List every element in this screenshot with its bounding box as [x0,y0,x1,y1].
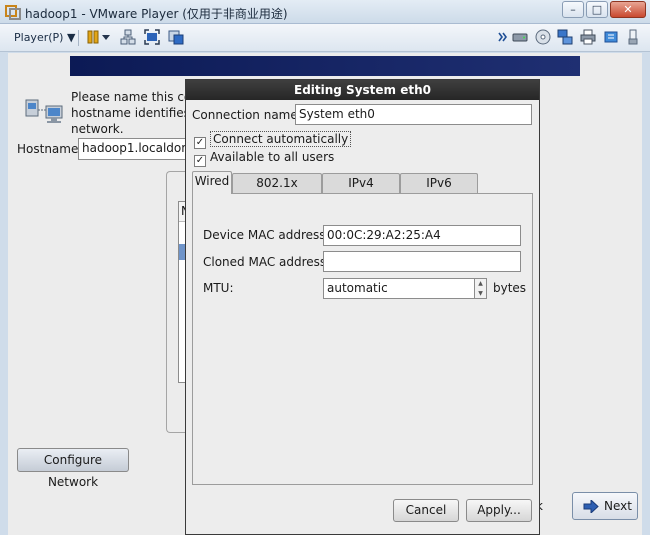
more-devices-icon[interactable] [498,29,508,45]
editing-connection-dialog: Editing System eth0 Connection name: Sys… [185,79,540,535]
device-mac-label: Device MAC address: [203,228,330,242]
mtu-spinner[interactable]: ▲ ▼ [475,278,487,299]
cloned-mac-label: Cloned MAC address: [203,255,331,269]
maximize-button[interactable]: □ [586,1,608,18]
fullscreen-icon[interactable] [144,29,160,45]
usb-device-icon[interactable] [625,29,641,45]
hard-disk-icon[interactable] [512,29,528,45]
intro-line-2: hostname identifies th [71,106,196,120]
device-mac-input[interactable]: 00:0C:29:A2:25:A4 [323,225,521,246]
cancel-button[interactable]: Cancel [393,499,459,522]
network-devices-icon[interactable] [120,29,136,45]
connection-name-input[interactable]: System eth0 [295,104,532,125]
unity-icon[interactable] [168,29,184,45]
network-adapter-icon[interactable] [557,29,573,45]
close-button[interactable]: ✕ [610,1,646,18]
available-to-all-users-label: Available to all users [210,150,335,164]
next-button[interactable]: Next [572,492,638,520]
window-title: hadoop1 - VMware Player (仅用于非商业用途) [25,7,288,21]
cd-dvd-icon[interactable] [535,29,551,45]
mtu-label: MTU: [203,281,234,295]
apply-button[interactable]: Apply... [466,499,532,522]
intro-line-1: Please name this com [71,90,196,104]
installer-banner [70,56,580,76]
hostname-label: Hostname: [17,142,83,156]
tab-ipv4-settings[interactable]: IPv4 Settings [322,173,400,209]
arrow-right-icon [583,500,599,513]
window-titlebar: hadoop1 - VMware Player (仅用于非商业用途) – □ ✕ [0,0,650,24]
connection-name-label: Connection name: [192,108,302,122]
pause-icon[interactable] [85,29,101,45]
mtu-input[interactable]: automatic [323,278,475,299]
player-toolbar: Player(P) ▼ [0,24,650,52]
connect-automatically-row[interactable]: ✓ Connect automatically [194,131,352,149]
connect-automatically-checkbox[interactable]: ✓ [194,137,206,149]
cloned-mac-input[interactable] [323,251,521,272]
mtu-unit-label: bytes [493,281,527,295]
intro-line-3: network. [71,122,124,136]
vmware-app-icon [5,5,21,20]
available-to-all-users-row[interactable]: ✓ Available to all users [194,149,335,167]
spin-down-icon[interactable]: ▼ [475,289,486,299]
tab-ipv6-settings[interactable]: IPv6 Settings [400,173,478,209]
spin-up-icon[interactable]: ▲ [475,279,486,289]
wired-tab-panel: Device MAC address: 00:0C:29:A2:25:A4 Cl… [192,193,533,485]
connect-automatically-label: Connect automatically [210,131,352,147]
tab-8021x-security[interactable]: 802.1x Security [232,173,322,209]
printer-icon[interactable] [580,29,596,45]
configure-network-label: Configure Network [43,453,103,489]
configure-network-button[interactable]: Configure Network [17,448,129,489]
next-label: Next [604,499,632,513]
available-to-all-users-checkbox[interactable]: ✓ [194,155,206,167]
hostname-intro-text: Please name this com hostname identifies… [71,89,196,137]
dialog-title: Editing System eth0 [186,80,539,100]
minimize-button[interactable]: – [562,1,584,18]
pause-dropdown-icon[interactable] [101,29,111,45]
tab-wired[interactable]: Wired [192,171,232,194]
toolbar-separator [78,30,79,46]
hostname-input[interactable]: hadoop1.localdomai [78,138,190,160]
sound-card-icon[interactable] [603,29,619,45]
player-menu[interactable]: Player(P) ▼ [8,28,81,48]
network-computers-icon [25,99,63,123]
